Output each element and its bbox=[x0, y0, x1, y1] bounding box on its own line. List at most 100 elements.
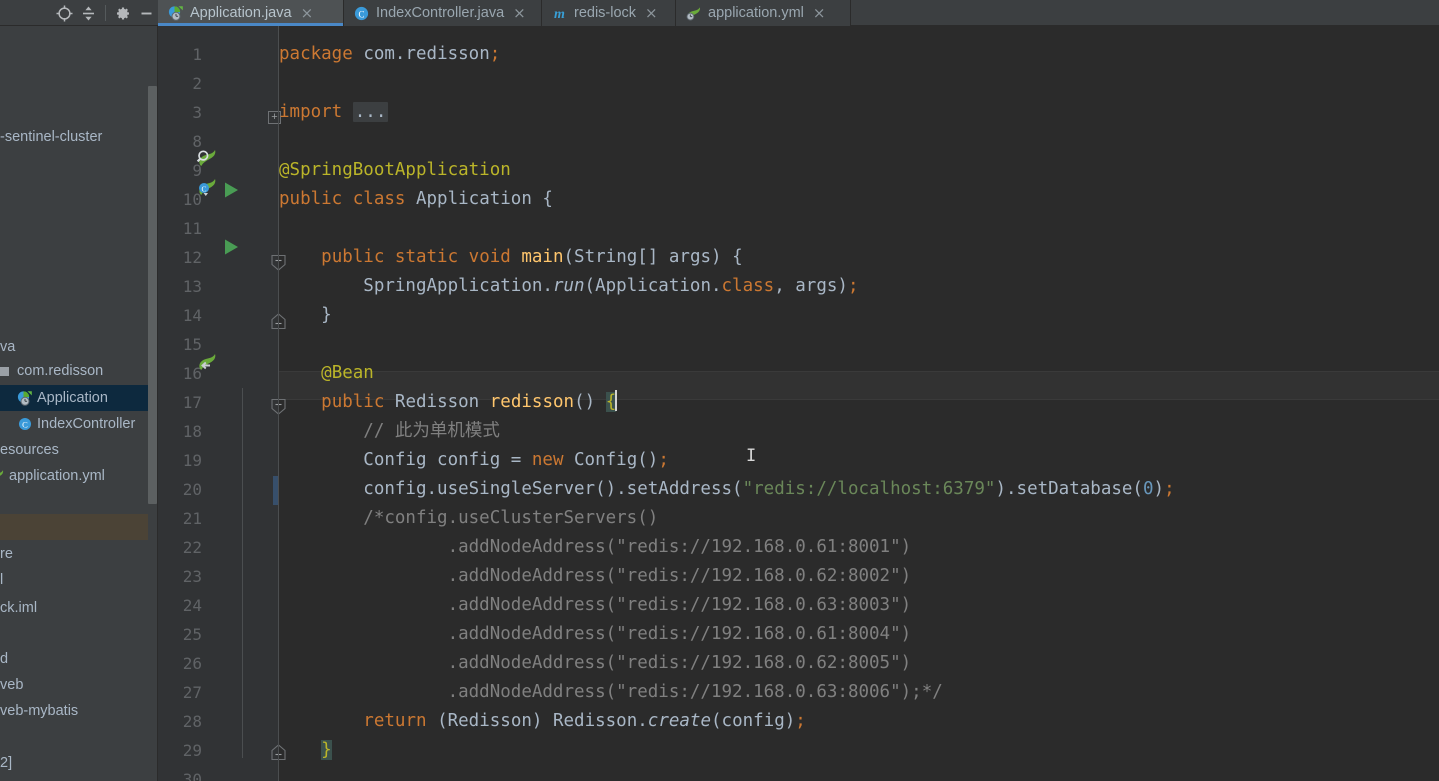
package-icon bbox=[0, 363, 13, 380]
line-number: 29 bbox=[182, 741, 202, 760]
settings-gear-icon[interactable] bbox=[111, 0, 135, 26]
tree-item-highlighted[interactable] bbox=[0, 514, 148, 540]
line-number: 14 bbox=[182, 306, 202, 325]
tree-item-web[interactable]: veb bbox=[0, 672, 148, 698]
line-number: 30 bbox=[182, 770, 202, 781]
tree-item-label: -sentinel-cluster bbox=[0, 129, 103, 145]
top-bar: Application.java × C IndexController.jav… bbox=[0, 0, 1439, 26]
run-method-gutter-icon[interactable] bbox=[220, 236, 242, 258]
line-number: 24 bbox=[182, 596, 202, 615]
tree-item-label: esources bbox=[0, 442, 59, 458]
code-line-28: return (Redisson) Redisson.create(config… bbox=[363, 711, 806, 731]
line-number: 17 bbox=[182, 393, 202, 412]
mouse-pointer-ibeam: I bbox=[746, 446, 757, 466]
editor-tab-label: application.yml bbox=[708, 5, 804, 21]
code-editor[interactable]: 1 2 3 8 9 10 11 12 13 14 15 16 17 18 19 … bbox=[158, 26, 1439, 781]
editor-tab-label: IndexController.java bbox=[376, 5, 505, 21]
tree-item-ck-iml[interactable]: ck.iml bbox=[0, 595, 148, 621]
code-line-9: @SpringBootApplication bbox=[279, 160, 511, 180]
tree-item-label: veb bbox=[0, 677, 24, 693]
editor-tab-indexcontroller-java[interactable]: C IndexController.java × bbox=[344, 0, 542, 26]
code-line-29: } bbox=[321, 740, 332, 760]
tree-item-label: l bbox=[0, 572, 4, 588]
collapse-all-icon[interactable] bbox=[76, 0, 100, 26]
project-tool-window[interactable]: -sentinel-cluster va com.redisson Applic… bbox=[0, 26, 158, 781]
tree-item-label: IndexController bbox=[37, 416, 136, 432]
tree-item-label: Application bbox=[37, 390, 108, 406]
code-line-17: public Redisson redisson() { bbox=[321, 390, 618, 412]
editor-tab-label: redis-lock bbox=[574, 5, 637, 21]
tree-item-com-redisson[interactable]: com.redisson bbox=[0, 358, 148, 384]
line-number: 26 bbox=[182, 654, 202, 673]
code-line-21: /*config.useClusterServers() bbox=[279, 508, 659, 528]
tree-item-web-mybatis[interactable]: veb-mybatis bbox=[0, 698, 148, 724]
tree-item-indexcontroller[interactable]: C IndexController bbox=[0, 411, 148, 437]
close-icon[interactable]: × bbox=[513, 5, 526, 21]
line-number: 20 bbox=[182, 480, 202, 499]
locate-icon[interactable] bbox=[53, 0, 77, 26]
tree-item-java[interactable]: va bbox=[0, 334, 148, 360]
tree-item-application[interactable]: Application bbox=[0, 385, 148, 411]
java-class-icon: C bbox=[353, 5, 370, 22]
tree-item-resources[interactable]: esources bbox=[0, 437, 148, 463]
editor-tab-application-java[interactable]: Application.java × bbox=[158, 0, 344, 26]
svg-text:C: C bbox=[358, 9, 364, 19]
code-line-27: .addNodeAddress("redis://192.168.0.63:80… bbox=[279, 682, 943, 702]
tree-item-label: re bbox=[0, 546, 13, 562]
text-caret bbox=[615, 390, 618, 411]
hide-panel-icon[interactable] bbox=[134, 0, 158, 26]
run-application-gutter-icon[interactable] bbox=[220, 179, 242, 201]
svg-text:C: C bbox=[22, 419, 28, 429]
tree-item-label: d bbox=[0, 651, 9, 667]
editor-tab-application-yml[interactable]: application.yml × bbox=[676, 0, 851, 26]
code-line-3: import ... bbox=[279, 102, 389, 122]
fold-column-guide bbox=[242, 388, 243, 758]
tree-item-l[interactable]: l bbox=[0, 567, 148, 593]
spring-bean-gutter-icon[interactable]: C bbox=[196, 176, 218, 198]
spring-bean-search-gutter-icon[interactable] bbox=[196, 147, 218, 169]
tree-item-label: va bbox=[0, 339, 16, 355]
code-line-24: .addNodeAddress("redis://192.168.0.63:80… bbox=[279, 595, 912, 615]
code-line-13: SpringApplication.run(Application.class,… bbox=[279, 276, 859, 296]
line-number: 28 bbox=[182, 712, 202, 731]
line-number: 18 bbox=[182, 422, 202, 441]
code-line-18: // 此为单机模式 bbox=[279, 421, 500, 441]
editor-gutter[interactable]: 1 2 3 8 9 10 11 12 13 14 15 16 17 18 19 … bbox=[158, 26, 286, 781]
tree-item-sentinel-cluster[interactable]: -sentinel-cluster bbox=[0, 124, 148, 150]
code-line-12: public static void main(String[] args) { bbox=[321, 247, 743, 267]
project-panel-scrollbar[interactable] bbox=[148, 86, 157, 504]
line-number: 27 bbox=[182, 683, 202, 702]
code-line-14: } bbox=[279, 305, 332, 325]
tree-item-label: veb-mybatis bbox=[0, 703, 79, 719]
line-number: 22 bbox=[182, 538, 202, 557]
spring-yaml-icon bbox=[0, 468, 5, 485]
code-line-10: public class Application { bbox=[279, 189, 553, 209]
spring-yaml-icon bbox=[685, 5, 702, 22]
code-line-1: package com.redisson; bbox=[279, 44, 501, 64]
line-number: 13 bbox=[182, 277, 202, 296]
tree-item-re[interactable]: re bbox=[0, 541, 148, 567]
line-number: 21 bbox=[182, 509, 202, 528]
toolbar-divider bbox=[104, 5, 106, 21]
close-icon[interactable]: × bbox=[645, 5, 658, 21]
tree-item-label: 2] bbox=[0, 755, 13, 771]
tree-item-label: com.redisson bbox=[17, 363, 104, 379]
code-line-20: config.useSingleServer().setAddress("red… bbox=[279, 479, 1175, 499]
editor-tab-bar: Application.java × C IndexController.jav… bbox=[158, 0, 851, 26]
tree-item-label: ck.iml bbox=[0, 600, 38, 616]
close-icon[interactable]: × bbox=[813, 5, 826, 21]
code-line-19: Config config = new Config(); bbox=[279, 450, 669, 470]
tree-item-d[interactable]: d bbox=[0, 646, 148, 672]
spring-bean-navigate-gutter-icon[interactable] bbox=[196, 351, 218, 373]
java-class-spring-icon bbox=[16, 390, 33, 407]
code-text-layer[interactable]: package com.redisson; import ... @Spring… bbox=[279, 26, 1439, 781]
line-number: 11 bbox=[182, 219, 202, 238]
tree-item-application-yml[interactable]: application.yml bbox=[0, 463, 148, 489]
close-icon[interactable]: × bbox=[301, 5, 314, 21]
line-number: 3 bbox=[192, 103, 202, 122]
java-class-spring-icon bbox=[167, 5, 184, 22]
line-number: 12 bbox=[182, 248, 202, 267]
tree-item-bracket[interactable]: 2] bbox=[0, 750, 148, 776]
project-panel-toolbar bbox=[0, 0, 158, 26]
editor-tab-redis-lock[interactable]: m redis-lock × bbox=[542, 0, 676, 26]
